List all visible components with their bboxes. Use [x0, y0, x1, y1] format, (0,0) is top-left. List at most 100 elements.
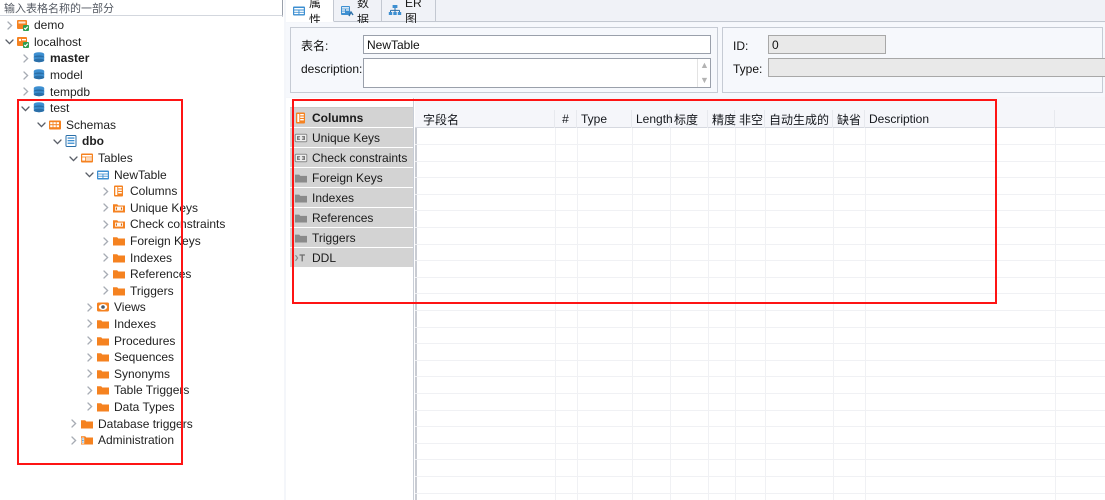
grid-column-headers[interactable]: 字段名 # Type Length 标度 精度 非空 自动生成的 缺省 Description: [415, 110, 1105, 128]
chevron-right-icon[interactable]: [84, 302, 95, 313]
tree-item-tables[interactable]: Tables: [0, 150, 283, 167]
tree-item-administration[interactable]: Administration: [0, 432, 283, 449]
chevron-down-icon[interactable]: [4, 36, 15, 47]
chevron-right-icon[interactable]: [68, 435, 79, 446]
grid-header-cell[interactable]: 标度: [670, 110, 708, 128]
tree-filter-input[interactable]: 输入表格名称的一部分: [0, 0, 283, 16]
database-tree[interactable]: demo localhost master model tempdb test Schema…: [0, 17, 283, 500]
tab-data[interactable]: 数据: [334, 0, 382, 27]
tree-item-label: Database triggers: [98, 416, 193, 431]
category-columns[interactable]: Columns: [290, 108, 413, 128]
tree-item-columns[interactable]: Columns: [0, 183, 283, 200]
chevron-right-icon[interactable]: [100, 269, 111, 280]
chevron-right-icon[interactable]: [100, 202, 111, 213]
tree-item-label: Foreign Keys: [130, 234, 201, 249]
category-label: Foreign Keys: [312, 170, 383, 185]
chevron-right-icon[interactable]: [20, 86, 31, 97]
tree-item-check-constraints[interactable]: Check constraints: [0, 216, 283, 233]
columns-grid-body[interactable]: [415, 128, 1105, 500]
chevron-right-icon[interactable]: [84, 385, 95, 396]
category-foreign-keys[interactable]: Foreign Keys: [290, 168, 413, 188]
tab-properties[interactable]: 属性: [286, 0, 334, 27]
tree-item-procedures[interactable]: Procedures: [0, 332, 283, 349]
tree-item-newtable[interactable]: NewTable: [0, 166, 283, 183]
tree-item-sequences[interactable]: Sequences: [0, 349, 283, 366]
tree-item-master[interactable]: master: [0, 50, 283, 67]
chevron-right-icon[interactable]: [100, 236, 111, 247]
category-indexes[interactable]: Indexes: [290, 188, 413, 208]
tree-item-foreign-keys[interactable]: Foreign Keys: [0, 233, 283, 250]
tree-item-dbo[interactable]: dbo: [0, 133, 283, 150]
tree-item-label: Sequences: [114, 350, 175, 365]
chevron-right-icon[interactable]: [84, 401, 95, 412]
tree-item-demo[interactable]: demo: [0, 17, 283, 34]
table-name-value: NewTable: [367, 37, 420, 52]
chevron-right-icon[interactable]: [100, 285, 111, 296]
chevron-down-icon[interactable]: [84, 169, 95, 180]
description-scrollbar[interactable]: ▲ ▼: [697, 59, 710, 87]
tree-item-database-triggers[interactable]: Database triggers: [0, 415, 283, 432]
chevron-down-icon[interactable]: [20, 103, 31, 114]
grid-header-cell[interactable]: 自动生成的: [765, 110, 833, 128]
grid-row-divider: [415, 227, 1105, 228]
tree-item-model[interactable]: model: [0, 67, 283, 84]
tab-er-diagram[interactable]: ER 图: [382, 0, 436, 26]
grid-header-cell[interactable]: 缺省: [833, 110, 865, 128]
tree-item-references[interactable]: References: [0, 266, 283, 283]
chevron-right-icon[interactable]: [100, 219, 111, 230]
chevron-down-icon[interactable]: [52, 136, 63, 147]
tree-item-unique-keys[interactable]: Unique Keys: [0, 200, 283, 217]
tree-item-indexes[interactable]: Indexes: [0, 316, 283, 333]
grid-column-divider: [1055, 128, 1056, 500]
grid-header-label: #: [562, 112, 569, 126]
grid-row-divider: [415, 310, 1105, 311]
table-name-input[interactable]: NewTable: [363, 35, 711, 54]
grid-header-cell[interactable]: Length: [632, 110, 673, 128]
chevron-right-icon[interactable]: [68, 418, 79, 429]
tree-item-table-triggers[interactable]: Table Triggers: [0, 382, 283, 399]
tree-item-test[interactable]: test: [0, 100, 283, 117]
chevron-down-icon[interactable]: [36, 119, 47, 130]
category-check-constraints[interactable]: Check constraints: [290, 148, 413, 168]
grid-header-cell[interactable]: 字段名: [419, 110, 555, 128]
tree-item-synonyms[interactable]: Synonyms: [0, 365, 283, 382]
chevron-right-icon[interactable]: [4, 20, 15, 31]
chevron-right-icon[interactable]: [84, 335, 95, 346]
tree-item-indexes[interactable]: Indexes: [0, 249, 283, 266]
table-detail-content: Columns Unique Keys Check constraints Forei…: [286, 98, 1105, 500]
chevron-right-icon[interactable]: [20, 70, 31, 81]
tree-item-label: tempdb: [50, 84, 91, 99]
description-textarea[interactable]: ▲ ▼: [363, 58, 711, 88]
chevron-right-icon[interactable]: [20, 53, 31, 64]
tree-item-localhost[interactable]: localhost: [0, 34, 283, 51]
columns-grid[interactable]: ▲ ▼ 字段名 # Type Length标度精度非空自动生成的缺省 Descripti…: [415, 98, 1105, 500]
chevron-right-icon[interactable]: [100, 186, 111, 197]
chevron-right-icon[interactable]: [84, 318, 95, 329]
chevron-right-icon[interactable]: [84, 368, 95, 379]
tree-item-tempdb[interactable]: tempdb: [0, 83, 283, 100]
tree-item-label: Indexes: [130, 250, 173, 265]
chevron-right-icon[interactable]: [84, 352, 95, 363]
chevron-down-icon[interactable]: [68, 153, 79, 164]
chevron-right-icon[interactable]: [100, 252, 111, 263]
category-unique-keys[interactable]: Unique Keys: [290, 128, 413, 148]
grid-header-cell[interactable]: 精度: [708, 110, 736, 128]
database-navigator-panel: 输入表格名称的一部分 demo localhost master model tempd…: [0, 0, 283, 500]
grid-header-cell[interactable]: #: [555, 110, 577, 128]
grid-header-cell[interactable]: 非空: [735, 110, 765, 128]
chevron-down-icon[interactable]: ▼: [700, 76, 709, 85]
object-category-list[interactable]: Columns Unique Keys Check constraints Forei…: [290, 98, 414, 500]
tree-item-triggers[interactable]: Triggers: [0, 283, 283, 300]
category-triggers[interactable]: Triggers: [290, 228, 413, 248]
tree-item-schemas[interactable]: Schemas: [0, 117, 283, 134]
category-ddl[interactable]: DDL: [290, 248, 413, 268]
grid-header-cell[interactable]: Description: [865, 110, 1055, 128]
grid-header-cell[interactable]: Type: [577, 110, 632, 128]
folder-icon: [96, 317, 110, 331]
tree-item-label: Data Types: [114, 399, 175, 414]
folder-icon: [112, 284, 126, 298]
category-references[interactable]: References: [290, 208, 413, 228]
tree-item-views[interactable]: Views: [0, 299, 283, 316]
tree-item-data-types[interactable]: Data Types: [0, 399, 283, 416]
chevron-up-icon[interactable]: ▲: [700, 61, 709, 70]
